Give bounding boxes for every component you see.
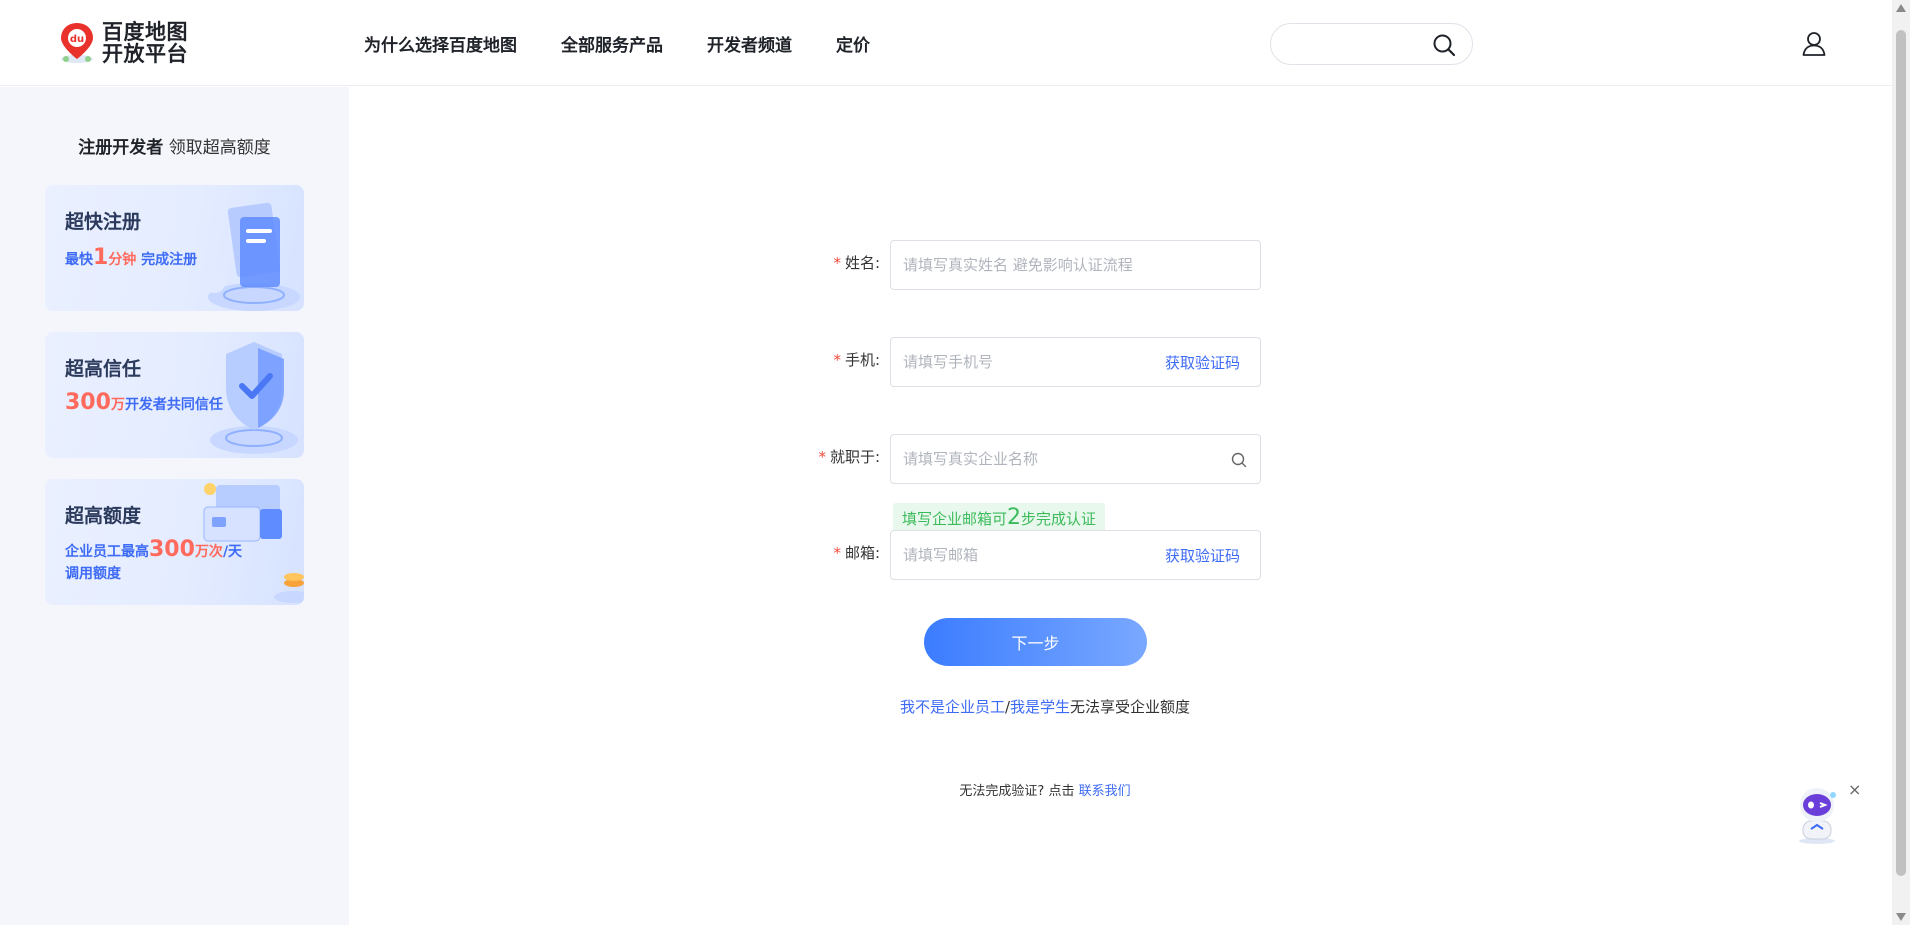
baidu-map-logo[interactable]: du 百度地图 开放平台 bbox=[56, 21, 188, 65]
card-title: 超高信任 bbox=[65, 358, 142, 380]
scroll-up-arrow-icon[interactable] bbox=[1896, 4, 1906, 12]
logo-line2: 开放平台 bbox=[102, 42, 188, 66]
sidebar-title-rest: 领取超高额度 bbox=[163, 138, 271, 158]
company-label-text: 就职于: bbox=[829, 448, 880, 466]
card-sub-prefix: 最快 bbox=[65, 252, 93, 268]
phone-get-code-button[interactable]: 获取验证码 bbox=[1165, 352, 1240, 373]
header-search-input[interactable] bbox=[1287, 32, 1427, 56]
card-sub-prefix: 企业员工最高 bbox=[65, 544, 149, 560]
page-scrollbar[interactable] bbox=[1892, 0, 1910, 925]
nav-item-developer[interactable]: 开发者频道 bbox=[707, 31, 792, 56]
email-label: * 邮箱: bbox=[833, 542, 880, 563]
hint-suffix: 步完成认证 bbox=[1021, 510, 1097, 528]
company-label: * 就职于: bbox=[818, 446, 880, 467]
card-sub-unit: 万 bbox=[110, 397, 125, 413]
card-sub-number: 1 bbox=[93, 245, 109, 270]
search-icon[interactable] bbox=[1230, 451, 1248, 469]
search-icon[interactable] bbox=[1432, 33, 1456, 57]
company-input[interactable] bbox=[903, 448, 1203, 470]
card-title: 超快注册 bbox=[65, 211, 142, 233]
card-high-quota[interactable]: 超高额度 企业员工最高300万次/天 调用额度 bbox=[45, 479, 304, 605]
top-header: du 百度地图 开放平台 为什么选择百度地图 全部服务产品 开发者频道 定价 bbox=[0, 0, 1892, 86]
scroll-down-arrow-icon[interactable] bbox=[1896, 913, 1906, 921]
alt-tail-text: 无法享受企业额度 bbox=[1070, 698, 1191, 716]
assistant-close-button[interactable]: × bbox=[1848, 780, 1861, 799]
card-sub-line2: 调用额度 bbox=[65, 566, 121, 582]
document-illustration-icon bbox=[174, 185, 304, 311]
phone-field: 获取验证码 bbox=[890, 337, 1261, 387]
hint-prefix: 填写企业邮箱可 bbox=[902, 510, 1008, 528]
card-high-trust[interactable]: 超高信任 300万开发者共同信任 bbox=[45, 332, 304, 458]
card-title: 超高额度 bbox=[65, 505, 142, 527]
email-label-text: 邮箱: bbox=[844, 544, 880, 562]
phone-label-text: 手机: bbox=[844, 351, 880, 369]
name-field bbox=[890, 240, 1261, 290]
email-row: *邮箱: 获取验证码 bbox=[760, 530, 1261, 580]
logo-line1: 百度地图 bbox=[102, 20, 188, 44]
phone-label: * 手机: bbox=[833, 349, 880, 370]
required-mark: * bbox=[833, 351, 841, 369]
card-sub-unit: 分钟 bbox=[108, 252, 137, 268]
logo-badge-text: du bbox=[70, 34, 84, 45]
email-field: 获取验证码 bbox=[890, 530, 1261, 580]
contact-us-link[interactable]: 联系我们 bbox=[1079, 784, 1131, 799]
phone-input[interactable] bbox=[903, 351, 1143, 373]
nav-item-why-baidu[interactable]: 为什么选择百度地图 bbox=[364, 31, 517, 56]
card-sub-number: 300 bbox=[65, 390, 111, 415]
name-input[interactable] bbox=[903, 254, 1233, 276]
user-icon[interactable] bbox=[1801, 30, 1827, 56]
help-text: 无法完成验证? 点击 bbox=[959, 784, 1079, 799]
robot-assistant-icon[interactable] bbox=[1789, 785, 1845, 845]
next-step-button[interactable]: 下一步 bbox=[924, 618, 1147, 666]
email-get-code-button[interactable]: 获取验证码 bbox=[1165, 545, 1240, 566]
required-mark: * bbox=[818, 448, 826, 466]
hint-number: 2 bbox=[1007, 505, 1022, 530]
shield-illustration-icon bbox=[174, 332, 304, 458]
card-fast-register[interactable]: 超快注册 最快1分钟 完成注册 bbox=[45, 185, 304, 311]
required-mark: * bbox=[833, 254, 841, 272]
phone-row: *手机: 获取验证码 bbox=[760, 337, 1261, 387]
email-input[interactable] bbox=[903, 544, 1143, 566]
map-pin-logo-icon: du bbox=[56, 21, 98, 65]
logo-text: 百度地图 开放平台 bbox=[102, 21, 188, 65]
email-hint-badge: 填写企业邮箱可2步完成认证 bbox=[893, 503, 1106, 533]
company-field bbox=[890, 434, 1261, 484]
sidebar-title: 注册开发者 领取超高额度 bbox=[0, 133, 349, 158]
alt-identity-links: 我不是企业员工/我是学生无法享受企业额度 bbox=[0, 696, 1890, 717]
company-row: * 就职于: bbox=[760, 434, 1261, 484]
quota-cards-illustration-icon bbox=[174, 479, 304, 605]
name-label-text: 姓名: bbox=[844, 254, 880, 272]
student-link[interactable]: 我是学生 bbox=[1010, 698, 1070, 716]
benefits-sidebar: 注册开发者 领取超高额度 超快注册 最快1分钟 完成注册 超高信任 300万开发… bbox=[0, 87, 349, 925]
header-search bbox=[1270, 23, 1473, 65]
main-nav: 为什么选择百度地图 全部服务产品 开发者频道 定价 bbox=[364, 0, 870, 86]
nav-item-pricing[interactable]: 定价 bbox=[836, 31, 870, 56]
not-employee-link[interactable]: 我不是企业员工 bbox=[900, 698, 1005, 716]
required-mark: * bbox=[833, 544, 841, 562]
name-row: * 姓名: bbox=[760, 240, 1261, 290]
name-label: * 姓名: bbox=[833, 252, 880, 273]
help-line: 无法完成验证? 点击 联系我们 bbox=[0, 780, 1890, 799]
sidebar-title-bold: 注册开发者 bbox=[78, 138, 164, 158]
nav-item-all-products[interactable]: 全部服务产品 bbox=[561, 31, 663, 56]
scroll-thumb[interactable] bbox=[1896, 30, 1906, 876]
